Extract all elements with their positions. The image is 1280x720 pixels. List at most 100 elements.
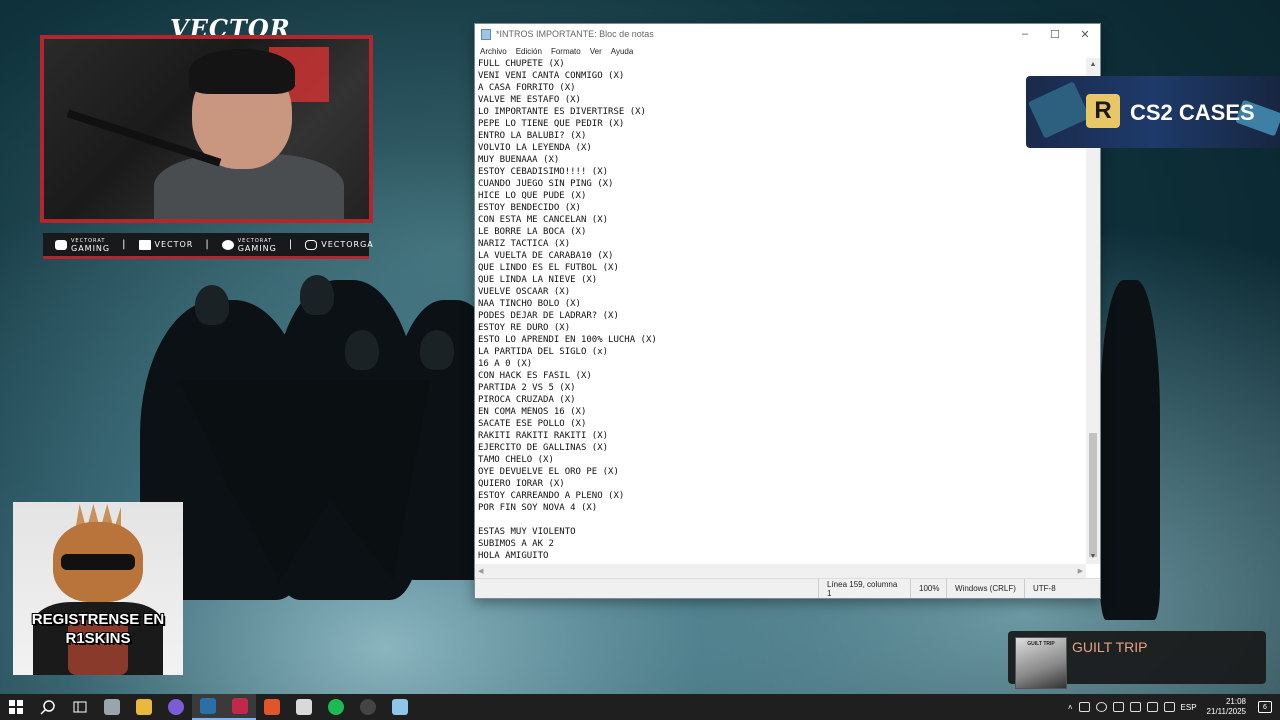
notification-center-button[interactable]: 6	[1258, 701, 1272, 713]
language-indicator[interactable]: ESP	[1181, 703, 1197, 712]
battery-icon[interactable]	[1129, 702, 1141, 712]
scroll-right-icon[interactable]: ▶	[1078, 567, 1083, 575]
separator: |	[288, 239, 294, 250]
social-twitch: VECTOR	[138, 239, 194, 250]
text-line: LA PARTIDA DEL SIGLO (x)	[478, 347, 609, 357]
notepad-icon	[392, 699, 408, 715]
taskbar: ˄ ESP 21:08 21/11/2025 6	[0, 694, 1280, 720]
taskbar-app-file-explorer-window[interactable]	[96, 694, 128, 720]
promo-overlay: REGISTRENSE EN R1SKINS	[13, 502, 183, 675]
spotify-icon	[328, 699, 344, 715]
text-line: 16 A 0 (X)	[478, 359, 533, 369]
twitter-icon	[221, 239, 234, 250]
text-line: CUANDO JUEGO SIN PING (X)	[478, 179, 614, 189]
maximize-button[interactable]: ☐	[1040, 24, 1070, 44]
taskbar-app-spotify[interactable]	[320, 694, 352, 720]
youtube-icon	[55, 239, 67, 250]
now-playing-widget: GUILT TRIP GUILT TRIP	[1008, 631, 1266, 689]
scroll-up-icon[interactable]: ▲	[1086, 58, 1100, 72]
horizontal-scrollbar[interactable]: ◀ ▶	[475, 564, 1086, 578]
separator: |	[122, 239, 127, 250]
social-bar: VECTORAT GAMING | VECTOR | VECTORAT GAMING…	[43, 233, 373, 259]
scrollbar-thumb[interactable]	[1089, 433, 1097, 557]
menu-ver[interactable]: Ver	[590, 47, 602, 56]
text-line: LO IMPORTANTE ES DIVERTIRSE (X)	[478, 107, 646, 117]
text-line: VENI VENI CANTA CONMIGO (X)	[478, 71, 625, 81]
twitch-icon	[138, 239, 151, 250]
webcam-feed	[40, 35, 373, 223]
taskbar-app-notepad[interactable]	[384, 694, 416, 720]
text-line: CON ESTA ME CANCELAN (X)	[478, 215, 609, 225]
display-icon[interactable]	[1112, 702, 1124, 712]
close-button[interactable]: ✕	[1070, 24, 1100, 44]
menu-edicion[interactable]: Edición	[516, 47, 542, 56]
microphone-icon[interactable]	[1095, 702, 1107, 712]
wifi-icon[interactable]	[1146, 702, 1158, 712]
menu-archivo[interactable]: Archivo	[480, 47, 507, 56]
status-bar: Línea 159, columna 1 100% Windows (CRLF)…	[475, 578, 1100, 598]
clock-time: 21:08	[1225, 697, 1246, 706]
text-line: ESTAS MUY VIOLENTO	[478, 527, 576, 537]
system-tray: ˄ ESP 21:08 21/11/2025 6	[1068, 694, 1280, 720]
title-bar[interactable]: *INTROS IMPORTANTE: Bloc de notas – ☐ ✕	[475, 24, 1100, 44]
text-line: PIROCA CRUZADA (X)	[478, 395, 576, 405]
taskbar-app-counter-strike[interactable]	[288, 694, 320, 720]
social-handle: VECTOR	[154, 240, 194, 249]
taskbar-app-opera-gx[interactable]	[224, 694, 256, 720]
text-line: CON HACK ES FASIL (X)	[478, 371, 592, 381]
background-skull	[195, 285, 229, 325]
text-line: QUIERO IORAR (X)	[478, 479, 565, 489]
search-button[interactable]	[32, 694, 64, 720]
text-editor[interactable]: FULL CHUPETE (X) VENI VENI CANTA CONMIGO …	[475, 58, 1086, 564]
volume-icon[interactable]	[1163, 702, 1175, 712]
file-explorer-icon	[136, 699, 152, 715]
text-line: ESTOY RE DURO (X)	[478, 323, 571, 333]
text-line: QUE LINDA LA NIEVE (X)	[478, 275, 598, 285]
cs2-cases-banner: R CS2 CASES	[1026, 76, 1280, 148]
taskbar-app-discord[interactable]	[160, 694, 192, 720]
taskbar-app-brave[interactable]	[256, 694, 288, 720]
notepad-window[interactable]: *INTROS IMPORTANTE: Bloc de notas – ☐ ✕ …	[474, 23, 1101, 599]
clock[interactable]: 21:08 21/11/2025	[1207, 697, 1246, 717]
taskbar-app-steam[interactable]	[192, 694, 224, 720]
background-figure	[1100, 280, 1160, 620]
status-zoom: 100%	[910, 579, 946, 598]
background-skull	[300, 275, 334, 315]
menu-ayuda[interactable]: Ayuda	[611, 47, 634, 56]
start-button[interactable]	[0, 694, 32, 720]
steam-icon	[200, 698, 216, 714]
text-line: SACATE ESE POLLO (X)	[478, 419, 587, 429]
menu-formato[interactable]: Formato	[551, 47, 581, 56]
notepad-icon	[481, 28, 491, 40]
text-line: SUBIMOS A AK 2	[478, 539, 554, 549]
text-line: PARTIDA 2 VS 5 (X)	[478, 383, 576, 393]
network-icon[interactable]	[1078, 702, 1090, 712]
obs-icon	[360, 699, 376, 715]
minimize-button[interactable]: –	[1010, 24, 1040, 44]
text-line: FULL CHUPETE (X)	[478, 59, 565, 69]
taskbar-app-file-explorer[interactable]	[128, 694, 160, 720]
text-line: LE BORRE LA BOCA (X)	[478, 227, 587, 237]
chevron-up-icon[interactable]: ˄	[1068, 703, 1073, 712]
scroll-left-icon[interactable]: ◀	[478, 567, 483, 575]
background-skull	[420, 330, 454, 370]
task-view-button[interactable]	[64, 694, 96, 720]
text-line: HICE LO QUE PUDE (X)	[478, 191, 587, 201]
scroll-down-icon[interactable]: ▼	[1086, 550, 1100, 564]
text-line: ESTO LO APRENDI EN 100% LUCHA (X)	[478, 335, 657, 345]
social-handle: GAMING	[71, 243, 111, 253]
r-logo: R	[1086, 94, 1120, 128]
task-view-icon	[73, 701, 87, 713]
taskbar-app-obs[interactable]	[352, 694, 384, 720]
text-line: POR FIN SOY NOVA 4 (X)	[478, 503, 598, 513]
window-title: *INTROS IMPORTANTE: Bloc de notas	[496, 29, 654, 39]
cs2-cases-text: CS2 CASES	[1130, 100, 1255, 125]
text-line	[478, 514, 1083, 526]
social-handle: GAMING	[237, 243, 277, 253]
background-skull	[345, 330, 379, 370]
text-line: HOLA AMIGUITO	[478, 551, 549, 561]
status-encoding: UTF-8	[1024, 579, 1100, 598]
social-handle: VECTORGA	[321, 240, 374, 249]
text-line: ESTOY CEBADISIMO!!!! (X)	[478, 167, 609, 177]
instagram-icon	[305, 239, 318, 250]
